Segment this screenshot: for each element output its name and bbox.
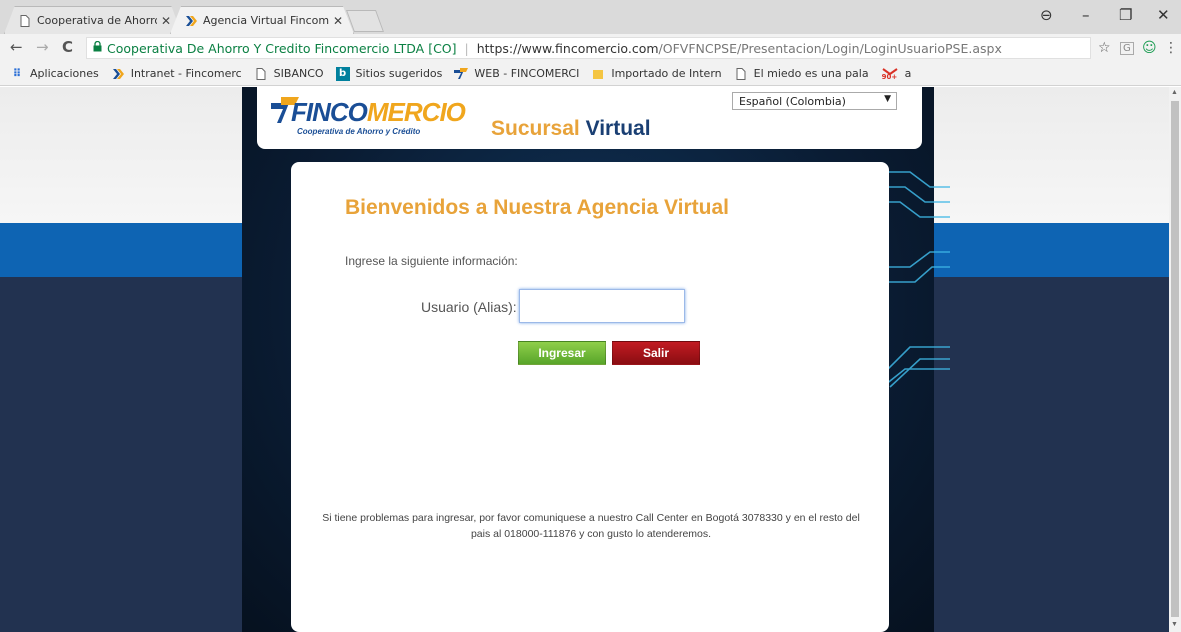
- login-card: Bienvenidos a Nuestra Agencia Virtual In…: [291, 162, 889, 632]
- logo-wordmark: FINCOMERCIO: [291, 97, 466, 127]
- close-icon[interactable]: ✕: [333, 14, 343, 28]
- page-icon: [734, 67, 748, 81]
- help-text: Si tiene problemas para ingresar, por fa…: [311, 510, 871, 542]
- restore-button[interactable]: ❐: [1119, 6, 1132, 24]
- site-title: Sucursal Virtual: [491, 117, 651, 140]
- scroll-up-arrow-icon[interactable]: ▲: [1171, 89, 1178, 96]
- account-icon[interactable]: ⊖: [1040, 6, 1053, 24]
- bookmark-label: El miedo es una pala: [753, 67, 869, 80]
- divider: |: [464, 40, 469, 56]
- bookmark-label: Importado de Intern: [611, 67, 722, 80]
- address-bar[interactable]: Cooperativa De Ahorro Y Credito Fincomer…: [86, 37, 1091, 59]
- url-path: /OFVFNCPSE/Presentacion/Login/LoginUsuar…: [658, 40, 1002, 56]
- scrollbar-thumb[interactable]: [1171, 101, 1179, 617]
- tab-title: Cooperativa de Ahorro y: [37, 14, 157, 27]
- lock-icon: [93, 40, 102, 55]
- fincomercio-logo[interactable]: FINCOMERCIO Cooperativa de Ahorro y Créd…: [271, 95, 466, 143]
- logo-tagline: Cooperativa de Ahorro y Crédito: [297, 127, 421, 136]
- bookmark-label: Aplicaciones: [30, 67, 99, 80]
- bookmark-sitios-sugeridos[interactable]: b Sitios sugeridos: [335, 66, 443, 81]
- help-text-line: pais al 018000-111876 y con gusto lo ate…: [470, 528, 712, 540]
- page-title: Bienvenidos a Nuestra Agencia Virtual: [345, 196, 729, 219]
- bookmark-el-miedo[interactable]: El miedo es una pala: [734, 67, 869, 81]
- instructions-text: Ingrese la siguiente información:: [345, 254, 518, 268]
- login-button[interactable]: Ingresar: [518, 341, 606, 365]
- tab-cooperativa[interactable]: Cooperativa de Ahorro y ✕: [4, 6, 182, 34]
- bookmark-label: WEB - FINCOMERCI: [474, 67, 580, 80]
- chevron-down-icon: ▼: [884, 94, 891, 104]
- gmail-badge: 90+: [881, 72, 898, 81]
- bookmark-gmail[interactable]: 90+ a: [881, 67, 912, 81]
- tab-agencia-virtual[interactable]: Agencia Virtual Fincomer ✕: [170, 6, 354, 34]
- reload-button[interactable]: C: [62, 38, 73, 56]
- bookmark-sibanco[interactable]: SIBANCO: [254, 67, 324, 81]
- site-identity: Cooperativa De Ahorro Y Credito Fincomer…: [107, 40, 457, 56]
- scroll-down-arrow-icon[interactable]: ▼: [1171, 621, 1178, 628]
- url-host: https://www.fincomercio.com: [476, 40, 659, 56]
- username-input[interactable]: [519, 289, 685, 323]
- tab-title: Agencia Virtual Fincomer: [203, 14, 329, 27]
- bookmark-star-icon[interactable]: ☆: [1098, 40, 1111, 56]
- bookmark-web-fincomercio[interactable]: WEB - FINCOMERCI: [454, 67, 579, 81]
- scrollbar[interactable]: ▲ ▼: [1169, 87, 1181, 632]
- site-header: FINCOMERCIO Cooperativa de Ahorro y Créd…: [257, 87, 922, 149]
- web-page: FINCOMERCIO Cooperativa de Ahorro y Créd…: [0, 87, 1169, 632]
- forward-button[interactable]: →: [36, 38, 49, 56]
- language-select[interactable]: Español (Colombia) ▼: [732, 92, 897, 110]
- bookmark-label: a: [904, 67, 912, 80]
- fincomercio-favicon-icon: [185, 15, 197, 27]
- tab-strip: Cooperativa de Ahorro y ✕ Agencia Virtua…: [0, 0, 1181, 34]
- extension-g-icon[interactable]: G: [1120, 42, 1134, 55]
- bookmark-label: Sitios sugeridos: [355, 67, 443, 80]
- menu-icon[interactable]: ⋮: [1164, 40, 1178, 56]
- bing-icon: b: [335, 66, 350, 81]
- bookmark-importado[interactable]: Importado de Intern: [591, 67, 722, 81]
- bookmarks-bar: ⠿ Aplicaciones Intranet - Fincomerc SIBA…: [0, 62, 1181, 86]
- bookmark-intranet[interactable]: Intranet - Fincomerc: [111, 67, 242, 81]
- fincomercio-logo-icon: [454, 67, 469, 81]
- bookmark-apps[interactable]: ⠿ Aplicaciones: [10, 67, 99, 81]
- back-button[interactable]: ←: [10, 38, 23, 56]
- close-window-button[interactable]: ✕: [1157, 6, 1170, 24]
- fincomercio-favicon-icon: [111, 67, 125, 81]
- bookmark-label: SIBANCO: [273, 67, 324, 80]
- browser-toolbar: ← → C Cooperativa De Ahorro Y Credito Fi…: [0, 34, 1181, 62]
- apps-grid-icon: ⠿: [12, 67, 22, 80]
- page-icon: [19, 14, 31, 27]
- minimize-button[interactable]: –: [1082, 6, 1090, 24]
- extension-smile-icon[interactable]: ☺: [1142, 40, 1157, 56]
- username-label: Usuario (Alias):: [421, 299, 517, 315]
- gmail-icon: 90+: [881, 67, 899, 81]
- help-text-line: Si tiene problemas para ingresar, por fa…: [322, 512, 860, 524]
- folder-icon: [591, 67, 605, 81]
- close-icon[interactable]: ✕: [161, 14, 171, 28]
- exit-button[interactable]: Salir: [612, 341, 700, 365]
- page-icon: [254, 67, 268, 81]
- bookmark-label: Intranet - Fincomerc: [130, 67, 242, 80]
- language-select-value: Español (Colombia): [739, 94, 846, 108]
